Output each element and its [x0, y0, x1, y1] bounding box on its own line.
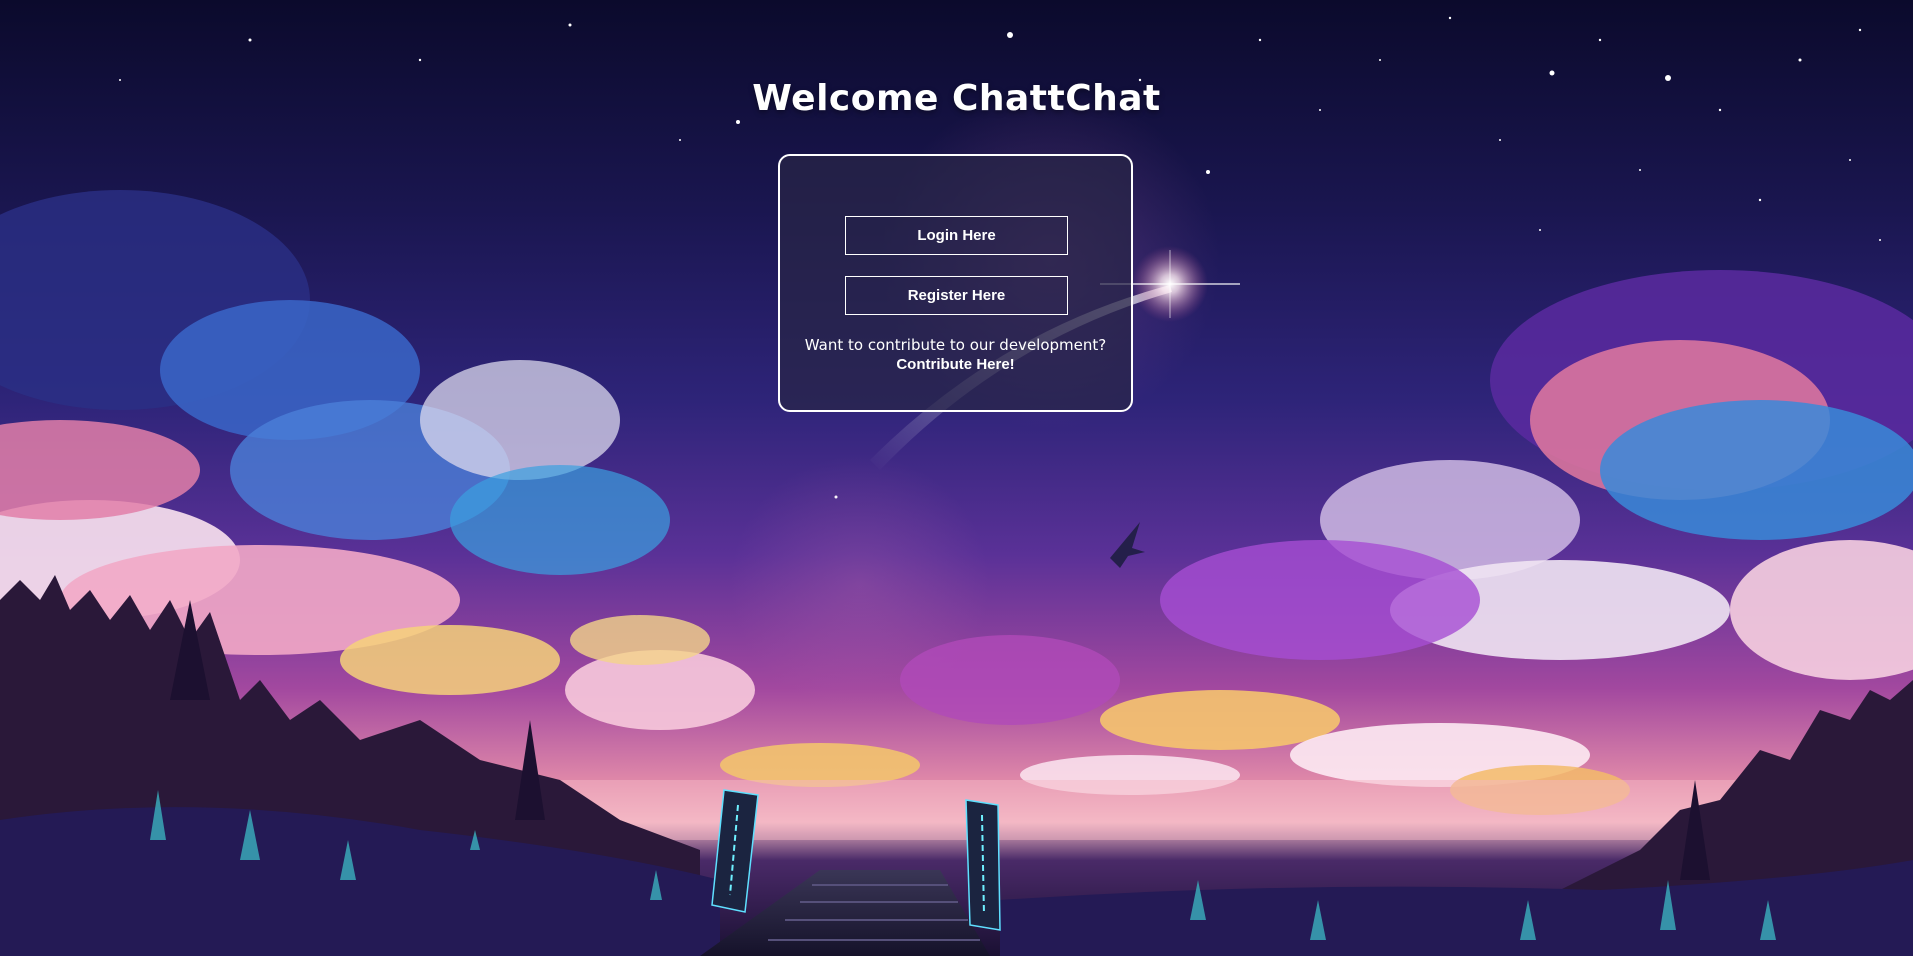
page-title: Welcome ChattChat: [752, 78, 1161, 119]
night-sky-landscape-icon: [0, 16, 1913, 956]
contribute-link[interactable]: Contribute Here!: [780, 355, 1131, 374]
register-button[interactable]: Register Here: [845, 276, 1068, 315]
background-scene: [0, 0, 1913, 956]
contribute-prompt: Want to contribute to our development?: [804, 336, 1107, 354]
login-button[interactable]: Login Here: [845, 216, 1068, 255]
auth-card: Login Here Register Here Want to contrib…: [778, 154, 1133, 412]
contribute-section: Want to contribute to our development? C…: [780, 336, 1131, 374]
